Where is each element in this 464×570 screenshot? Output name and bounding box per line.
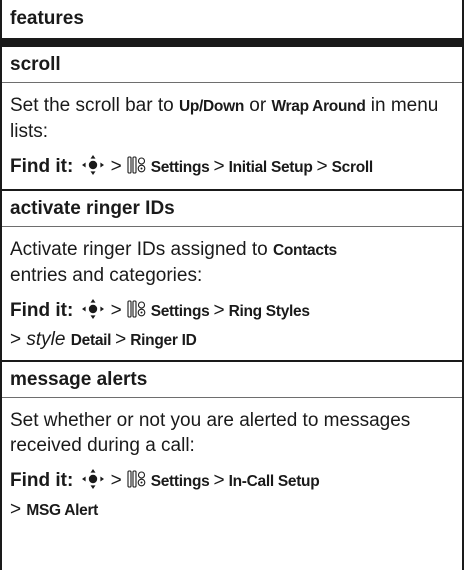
find-it-label: Find it: <box>10 470 74 491</box>
feature-description: Set whether or not you are alerted to me… <box>10 410 411 456</box>
feature-activate-ringer-ids: activate ringer IDs Activate ringer IDs … <box>2 189 462 360</box>
settings-icon <box>127 156 147 182</box>
feature-scroll: scroll Set the scroll bar to Up/Down or … <box>2 45 462 189</box>
header-title: features <box>10 8 84 29</box>
features-table: features scroll Set the scroll bar to Up… <box>0 0 464 570</box>
table-header: features <box>2 0 462 45</box>
feature-message-alerts: message alerts Set whether or not you ar… <box>2 360 462 530</box>
find-it-path: Find it: > Settings > Initial Setup > Sc… <box>2 150 462 189</box>
find-it-label: Find it: <box>10 156 74 177</box>
feature-title: scroll <box>2 47 462 83</box>
feature-description: Set the scroll bar to Up/Down or Wrap Ar… <box>10 95 439 142</box>
feature-title: activate ringer IDs <box>2 191 462 227</box>
settings-icon <box>127 470 147 496</box>
find-it-path: Find it: > Settings > In-Call Setup > MS… <box>10 469 320 520</box>
nav-key-icon <box>81 299 104 327</box>
find-it-path: Find it: > Settings > Ring Styles > styl… <box>10 299 310 350</box>
find-it-label: Find it: <box>10 300 74 321</box>
settings-icon <box>127 300 147 326</box>
nav-key-icon <box>81 469 104 497</box>
feature-description: Activate ringer IDs assigned to Contacts… <box>10 239 337 286</box>
nav-key-icon <box>81 155 104 183</box>
feature-title: message alerts <box>2 362 462 398</box>
